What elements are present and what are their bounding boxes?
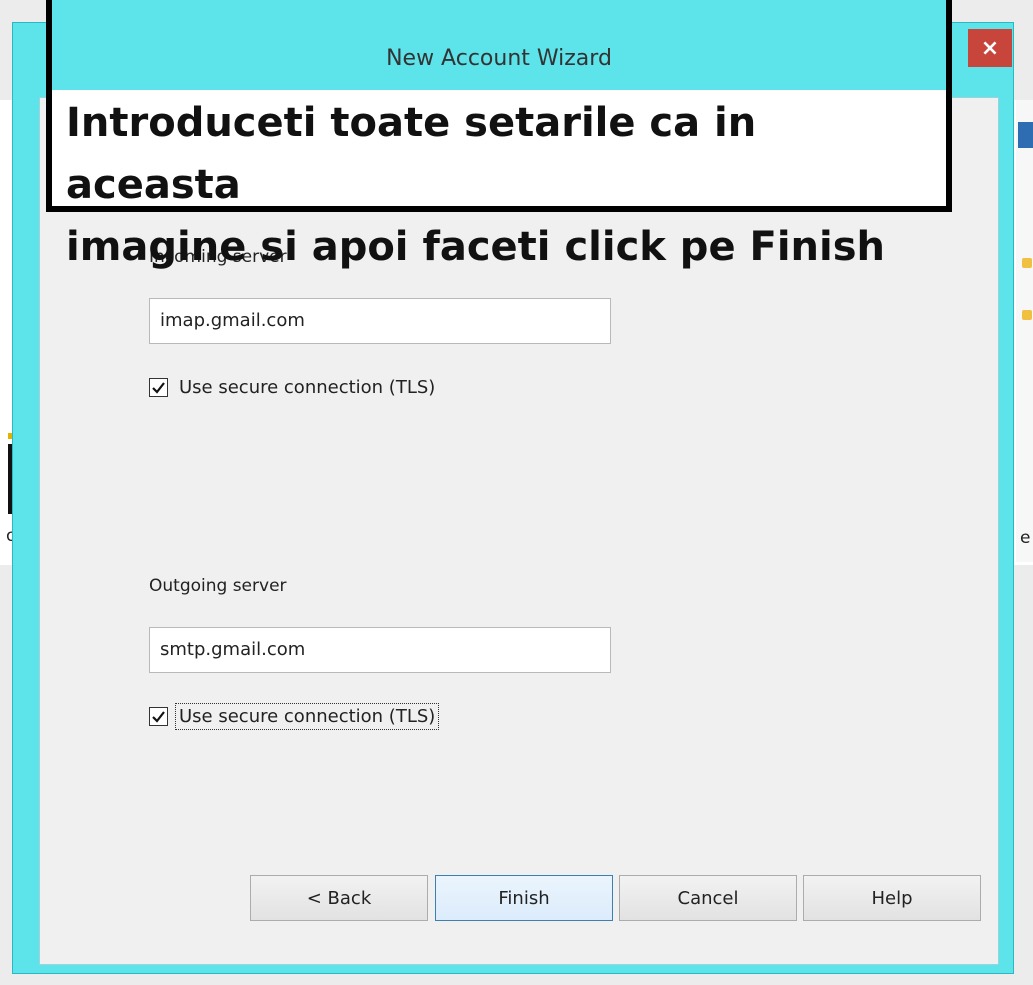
callout-title-strip: New Account Wizard	[52, 0, 946, 90]
instruction-line-2: imagine si apoi faceti click pe Finish	[66, 224, 886, 270]
instruction-text: Introduceti toate setarile ca in aceasta…	[66, 92, 936, 278]
outgoing-server-input[interactable]: smtp.gmail.com	[149, 627, 611, 673]
background-text-right: e	[1020, 528, 1031, 548]
checkmark-icon	[152, 711, 165, 723]
instruction-callout: New Account Wizard Introduceti toate set…	[46, 0, 952, 270]
outgoing-tls-checkbox[interactable]	[149, 707, 168, 726]
cancel-button[interactable]: Cancel	[619, 875, 797, 921]
incoming-tls-checkbox[interactable]	[149, 378, 168, 397]
close-icon: ×	[980, 35, 1000, 61]
back-button[interactable]: < Back	[250, 875, 428, 921]
checkmark-icon	[152, 382, 165, 394]
background-blue-tab	[1018, 122, 1033, 148]
close-button[interactable]: ×	[968, 29, 1012, 67]
background-right-panel	[1016, 100, 1033, 562]
instruction-line-1: Introduceti toate setarile ca in aceasta	[66, 100, 757, 208]
help-button[interactable]: Help	[803, 875, 981, 921]
outgoing-server-label: Outgoing server	[149, 576, 287, 596]
background-icon	[1022, 258, 1032, 268]
dialog-title-overlay: New Account Wizard	[386, 46, 612, 71]
outgoing-tls-label[interactable]: Use secure connection (TLS)	[174, 703, 440, 730]
incoming-server-input[interactable]: imap.gmail.com	[149, 298, 611, 344]
incoming-tls-row[interactable]: Use secure connection (TLS)	[149, 375, 438, 400]
incoming-tls-label[interactable]: Use secure connection (TLS)	[176, 375, 438, 400]
background-icon	[1022, 310, 1032, 320]
outgoing-tls-row[interactable]: Use secure connection (TLS)	[149, 703, 440, 730]
finish-button[interactable]: Finish	[435, 875, 613, 921]
